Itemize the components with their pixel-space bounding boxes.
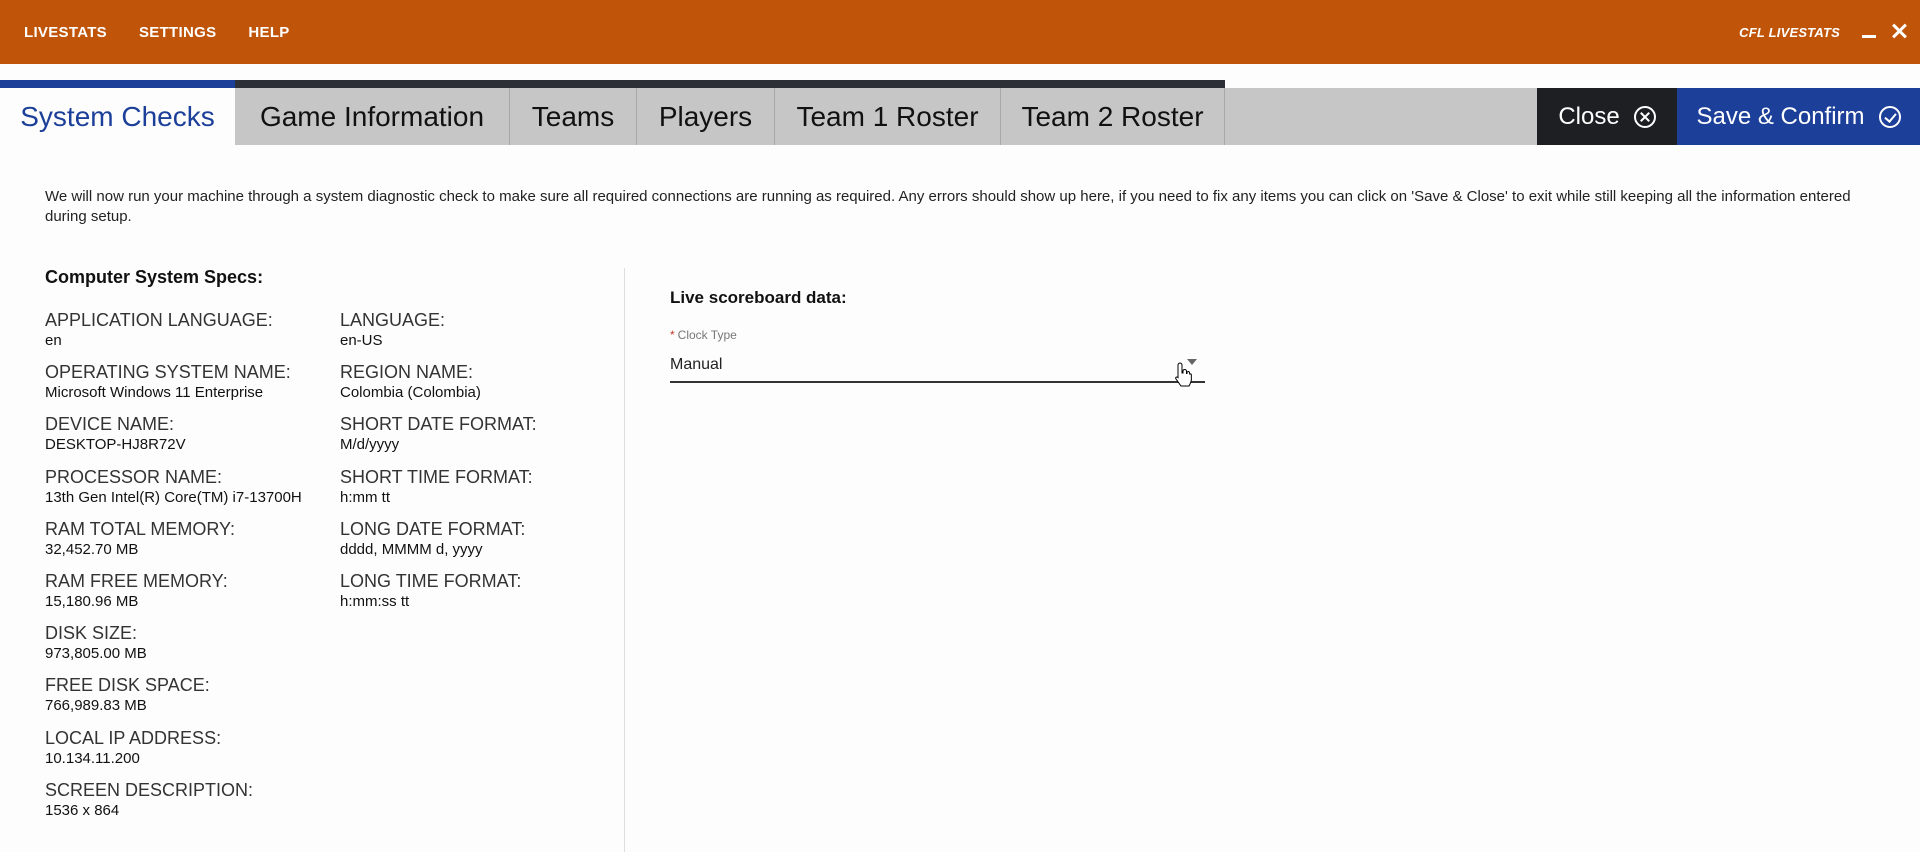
spec-label: FREE DISK SPACE: xyxy=(45,675,210,696)
minimize-icon[interactable] xyxy=(1858,20,1880,42)
spec-screen-description: SCREEN DESCRIPTION: 1536 x 864 xyxy=(45,779,335,831)
clock-type-label: * Clock Type xyxy=(670,328,737,342)
specs-title: Computer System Specs: xyxy=(45,267,264,287)
tab-team-2-roster[interactable]: Team 2 Roster xyxy=(1001,88,1225,145)
spec-label: RAM FREE MEMORY: xyxy=(45,570,228,591)
spec-value: en-US xyxy=(340,332,383,349)
spec-region-name: REGION NAME: Colombia (Colombia) xyxy=(340,361,630,413)
spec-value: 973,805.00 MB xyxy=(45,645,147,663)
spec-value: h:mm tt xyxy=(340,488,391,506)
tab-game-information[interactable]: Game Information xyxy=(235,88,510,145)
spec-value: dddd, MMMM d, yyyy xyxy=(340,540,483,558)
required-mark: * xyxy=(670,328,675,342)
column-divider xyxy=(624,268,625,852)
spec-value: Colombia (Colombia) xyxy=(340,384,481,402)
spec-label: SHORT DATE FORMAT: xyxy=(340,414,537,435)
spec-local-ip: LOCAL IP ADDRESS: 10.134.11.200 xyxy=(45,727,335,779)
spec-ram-total: RAM TOTAL MEMORY: 32,452.70 MB xyxy=(45,518,335,570)
spec-long-date-format: LONG DATE FORMAT: dddd, MMMM d, yyyy xyxy=(340,518,630,570)
spec-value: 15,180.96 MB xyxy=(45,592,139,610)
spec-label: LANGUAGE: xyxy=(340,310,446,330)
hand-pointer-icon xyxy=(1175,362,1192,387)
spec-label: DISK SIZE: xyxy=(45,623,138,644)
clock-type-select[interactable]: Manual xyxy=(670,350,1205,383)
spec-label: LONG DATE FORMAT: xyxy=(340,518,526,539)
spec-label: LOCAL IP ADDRESS: xyxy=(45,727,222,748)
tab-team-1-roster[interactable]: Team 1 Roster xyxy=(775,88,1001,145)
top-bar: LIVESTATS SETTINGS HELP CFL LIVESTATS xyxy=(0,0,1920,64)
tabs: System Checks Game Information Teams Pla… xyxy=(0,88,1225,145)
spec-label: DEVICE NAME: xyxy=(45,414,175,435)
spec-long-time-format: LONG TIME FORMAT: h:mm:ss tt xyxy=(340,570,630,622)
spec-os-name: OPERATING SYSTEM NAME: Microsoft Windows… xyxy=(45,361,335,413)
spec-value: h:mm:ss tt xyxy=(340,592,410,610)
spec-label: SHORT TIME FORMAT: xyxy=(340,466,533,487)
spec-value: en xyxy=(45,332,62,349)
tab-strip xyxy=(235,80,1225,88)
menu-livestats[interactable]: LIVESTATS xyxy=(24,24,107,41)
spec-label: RAM TOTAL MEMORY: xyxy=(45,518,236,539)
circle-x-icon xyxy=(1633,105,1656,128)
spec-value: 13th Gen Intel(R) Core(TM) i7-13700H xyxy=(45,488,302,506)
tab-teams[interactable]: Teams xyxy=(510,88,637,145)
spec-value: 32,452.70 MB xyxy=(45,540,139,558)
spec-device-name: DEVICE NAME: DESKTOP-HJ8R72V xyxy=(45,413,335,465)
live-scoreboard-title: Live scoreboard data: xyxy=(670,288,847,307)
active-tab-indicator xyxy=(0,80,235,88)
spec-value: 10.134.11.200 xyxy=(45,749,140,767)
window-close-icon[interactable] xyxy=(1888,20,1910,42)
spec-label: OPERATING SYSTEM NAME: xyxy=(45,362,291,383)
spec-value: Microsoft Windows 11 Enterprise xyxy=(45,384,264,402)
spec-free-disk: FREE DISK SPACE: 766,989.83 MB xyxy=(45,674,335,726)
spec-label: APPLICATION LANGUAGE: xyxy=(45,310,273,330)
spec-label: LONG TIME FORMAT: xyxy=(340,570,522,591)
clock-type-label-text: Clock Type xyxy=(677,328,737,342)
tab-players[interactable]: Players xyxy=(637,88,775,145)
spec-application-language: APPLICATION LANGUAGE: en xyxy=(45,309,335,361)
menu-settings[interactable]: SETTINGS xyxy=(139,24,216,41)
circle-check-icon xyxy=(1878,105,1901,128)
spec-language: LANGUAGE: en-US xyxy=(340,309,630,361)
clock-type-value: Manual xyxy=(670,356,723,373)
spec-label: REGION NAME: xyxy=(340,362,474,383)
spec-processor-name: PROCESSOR NAME: 13th Gen Intel(R) Core(T… xyxy=(45,466,335,518)
spec-label: PROCESSOR NAME: xyxy=(45,466,223,487)
spec-value: M/d/yyyy xyxy=(340,436,400,454)
close-button-label: Close xyxy=(1558,102,1620,130)
spec-disk-size: DISK SIZE: 973,805.00 MB xyxy=(45,622,335,674)
spec-value: 1536 x 864 xyxy=(45,801,120,819)
save-confirm-label: Save & Confirm xyxy=(1696,102,1865,130)
spec-label: SCREEN DESCRIPTION: xyxy=(45,779,254,800)
spec-value: 766,989.83 MB xyxy=(45,697,147,715)
brand-logo: CFL LIVESTATS xyxy=(1739,24,1840,40)
specs-left-column: APPLICATION LANGUAGE: en OPERATING SYSTE… xyxy=(45,309,335,831)
top-menu: LIVESTATS SETTINGS HELP xyxy=(0,0,322,64)
close-button[interactable]: Close xyxy=(1537,88,1677,145)
menu-help[interactable]: HELP xyxy=(248,24,289,41)
tab-bar-filler xyxy=(1225,88,1537,145)
spec-value: DESKTOP-HJ8R72V xyxy=(45,436,186,454)
specs-right-column: LANGUAGE: en-US REGION NAME: Colombia (C… xyxy=(340,309,630,622)
spec-short-date-format: SHORT DATE FORMAT: M/d/yyyy xyxy=(340,413,630,465)
spec-ram-free: RAM FREE MEMORY: 15,180.96 MB xyxy=(45,570,335,622)
spec-short-time-format: SHORT TIME FORMAT: h:mm tt xyxy=(340,466,630,518)
save-confirm-button[interactable]: Save & Confirm xyxy=(1677,88,1920,145)
intro-text: We will now run your machine through a s… xyxy=(45,188,1851,225)
tab-system-checks[interactable]: System Checks xyxy=(0,88,235,145)
